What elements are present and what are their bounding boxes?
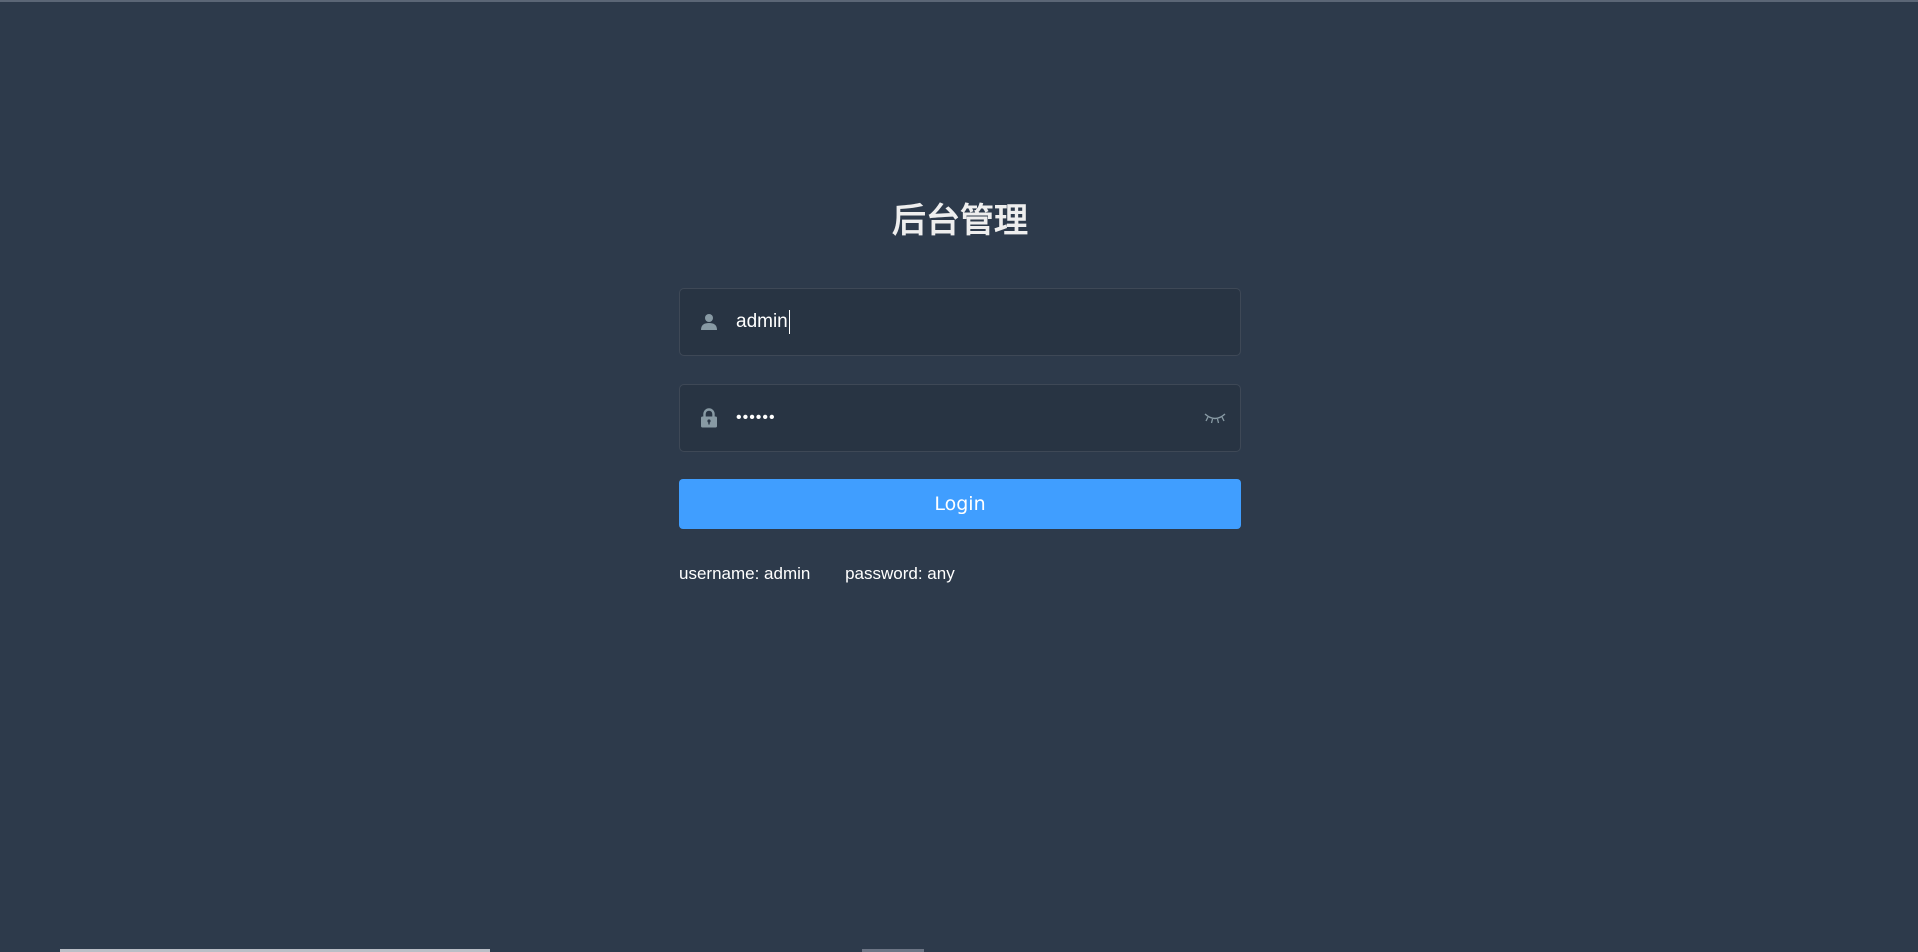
password-field[interactable]: •••••• [679,384,1241,452]
top-border-line [0,0,1918,2]
password-tip: password: any [845,564,955,583]
login-form: 后台管理 admin •••••• Login username: admin … [679,196,1241,583]
page-title: 后台管理 [892,201,1028,241]
username-field[interactable]: admin [679,288,1241,356]
text-caret [788,309,790,334]
login-tips: username: admin password: any [679,564,955,584]
password-input[interactable]: •••••• [736,406,1202,430]
username-input[interactable]: admin [736,309,1240,334]
lock-icon [697,406,721,430]
eye-closed-icon[interactable] [1202,408,1228,428]
login-button[interactable]: Login [679,479,1241,529]
user-icon [697,310,721,334]
username-tip: username: admin [679,564,811,583]
